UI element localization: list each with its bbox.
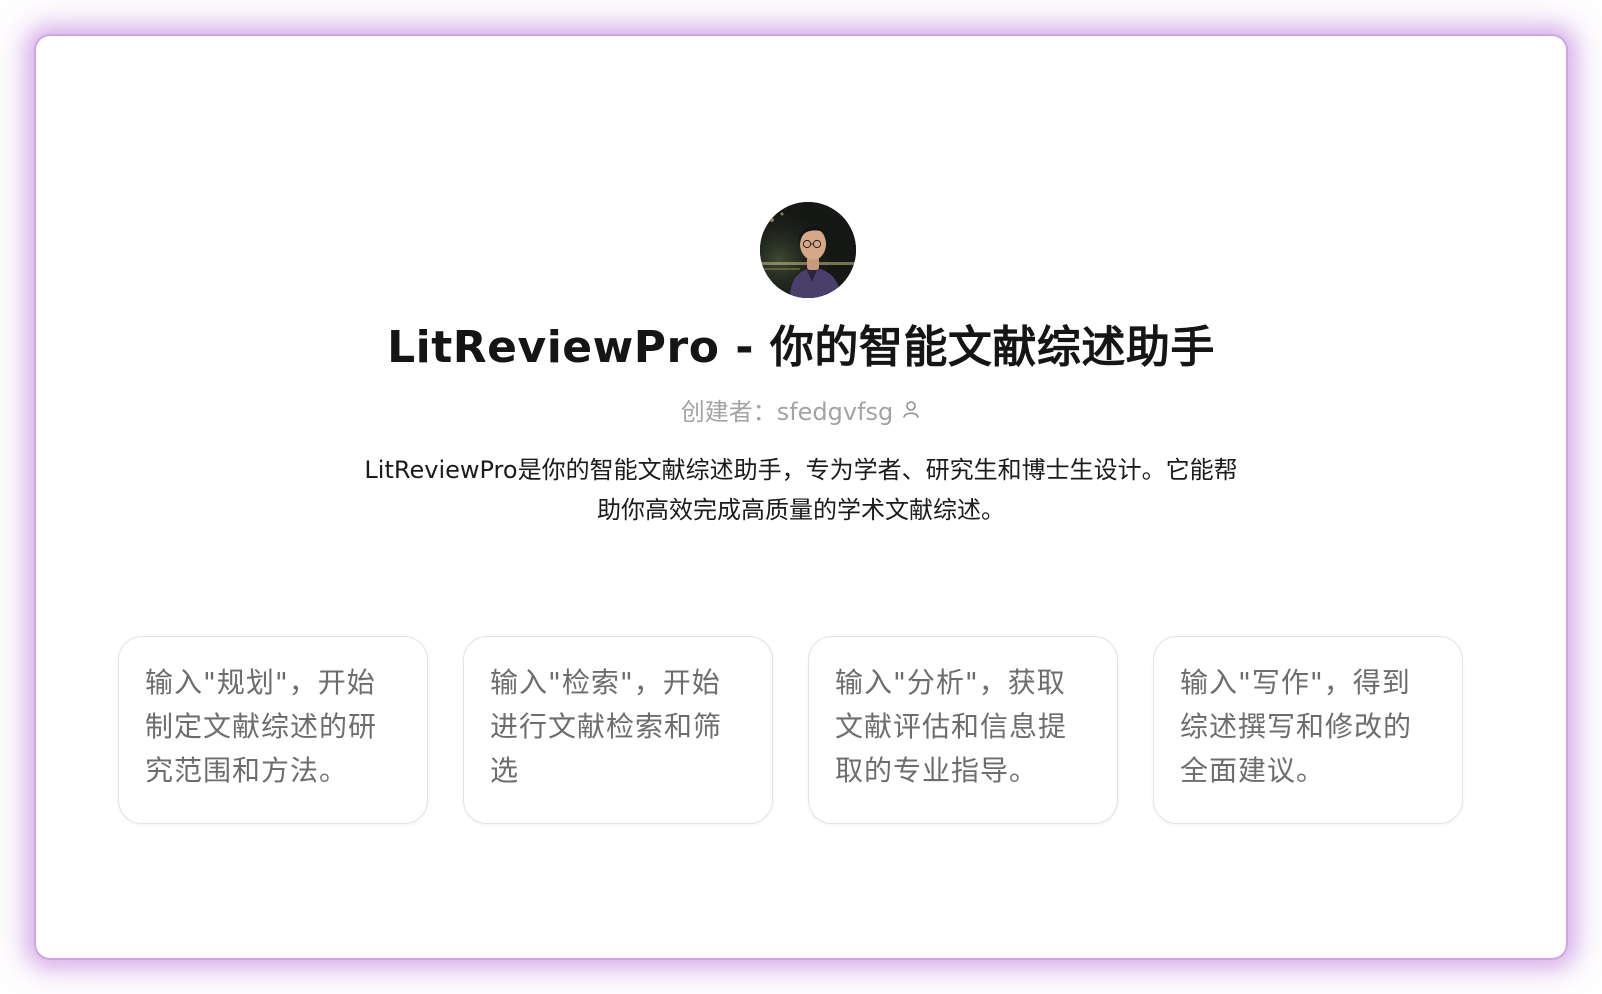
prompt-text: 输入"分析"，获取文献评估和信息提取的专业指导。 <box>835 666 1068 787</box>
suggested-prompts: 输入"规划"，开始制定文献综述的研究范围和方法。 输入"检索"，开始进行文献检索… <box>118 636 1466 828</box>
creator-line: 创建者：sfedgvfsg <box>36 396 1566 428</box>
bot-intro-panel: LitReviewPro - 你的智能文献综述助手 创建者：sfedgvfsg … <box>36 36 1566 958</box>
prompt-card-search[interactable]: 输入"检索"，开始进行文献检索和筛选 <box>463 636 773 824</box>
person-icon[interactable] <box>901 395 921 427</box>
prompt-card-analyze[interactable]: 输入"分析"，获取文献评估和信息提取的专业指导。 <box>808 636 1118 824</box>
creator-label: 创建者： <box>680 398 777 426</box>
prompt-card-plan[interactable]: 输入"规划"，开始制定文献综述的研究范围和方法。 <box>118 636 428 824</box>
prompt-card-write[interactable]: 输入"写作"，得到综述撰写和修改的全面建议。 <box>1153 636 1463 824</box>
prompt-text: 输入"规划"，开始制定文献综述的研究范围和方法。 <box>145 666 378 787</box>
creator-name[interactable]: sfedgvfsg <box>777 398 894 426</box>
avatar-photo-icon <box>760 202 856 298</box>
bot-avatar <box>760 202 856 298</box>
prompt-text: 输入"写作"，得到综述撰写和修改的全面建议。 <box>1180 666 1413 787</box>
prompt-text: 输入"检索"，开始进行文献检索和筛选 <box>490 666 723 787</box>
bot-title: LitReviewPro - 你的智能文献综述助手 <box>387 322 1215 373</box>
bot-description: LitReviewPro是你的智能文献综述助手，专为学者、研究生和博士生设计。它… <box>364 456 1238 524</box>
